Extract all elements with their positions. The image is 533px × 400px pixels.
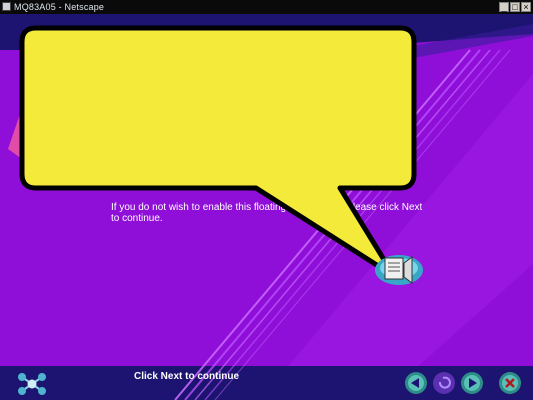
network-logo-icon <box>18 373 46 395</box>
title-bar: MQ83A05 - Netscape _ □ × <box>0 0 533 14</box>
replay-button[interactable] <box>432 371 456 395</box>
maximize-icon: □ <box>512 2 518 12</box>
close-icon: × <box>523 2 529 12</box>
netscape-icon <box>2 2 11 11</box>
maximize-button[interactable]: □ <box>510 2 520 12</box>
lesson-page: If you do not wish to enable this floati… <box>0 14 533 400</box>
next-button[interactable] <box>460 371 484 395</box>
minimize-button[interactable]: _ <box>499 2 509 12</box>
window-title: MQ83A05 - Netscape <box>14 2 105 12</box>
exit-button[interactable] <box>498 371 522 395</box>
speaker-icon[interactable] <box>372 248 426 290</box>
minimize-icon: _ <box>501 2 507 12</box>
close-window-button[interactable]: × <box>521 2 531 12</box>
browser-window: MQ83A05 - Netscape _ □ × If you do not w… <box>0 0 533 400</box>
footer-instruction: Click Next to continue <box>134 371 240 382</box>
floating-help-bubble <box>19 25 417 279</box>
back-button[interactable] <box>404 371 428 395</box>
